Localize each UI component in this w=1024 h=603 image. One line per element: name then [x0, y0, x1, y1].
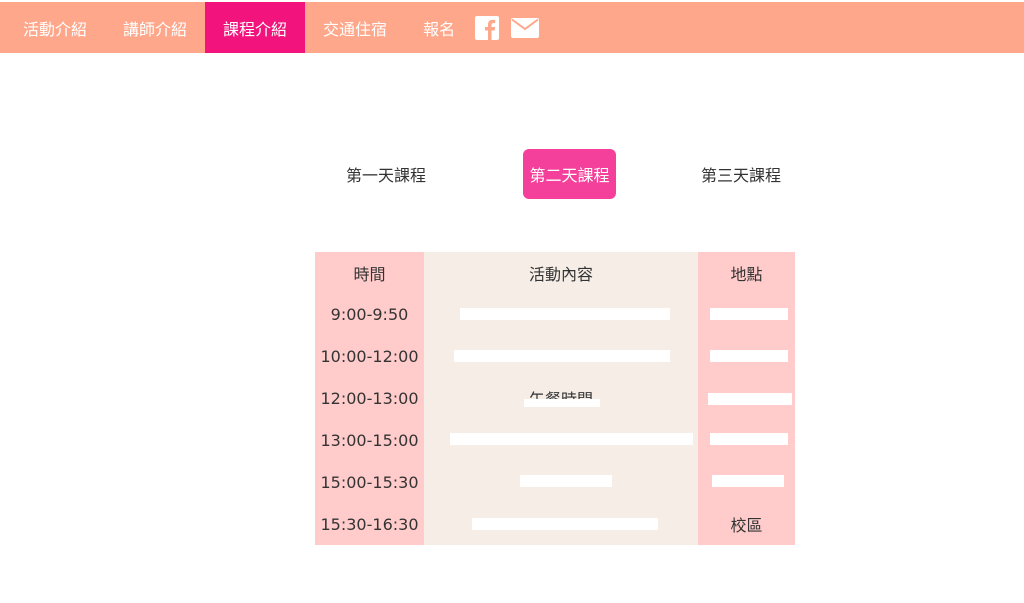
nav-item-transport[interactable]: 交通住宿	[305, 2, 405, 53]
time-cell: 9:00-9:50	[330, 304, 409, 324]
activity-cell	[424, 335, 698, 377]
time-cell: 10:00-12:00	[320, 346, 419, 366]
header-activity: 活動內容	[528, 264, 593, 284]
redaction-bar	[708, 393, 792, 405]
nav-item-activity[interactable]: 活動介紹	[0, 2, 105, 53]
nav-item-courses[interactable]: 課程介紹	[205, 2, 306, 53]
tab-day-three[interactable]: 第三天課程	[691, 149, 791, 199]
header-time: 時間	[353, 264, 386, 284]
redaction-bar	[710, 433, 788, 445]
time-cell: 15:00-15:30	[320, 472, 419, 492]
location-cell	[698, 461, 795, 503]
time-column: 時間 9:00-9:50 10:00-12:00 12:00-13:00 13:…	[315, 252, 424, 545]
redaction-bar	[454, 350, 670, 362]
location-cell	[698, 293, 795, 335]
location-cell	[698, 377, 795, 419]
location-column: 地點 校區	[698, 252, 795, 545]
activity-cell	[424, 419, 698, 461]
mail-icon[interactable]	[511, 2, 540, 53]
location-cell: 校區	[698, 503, 795, 545]
facebook-icon[interactable]	[475, 2, 500, 53]
redaction-bar	[712, 475, 784, 487]
activity-column: 活動內容 午餐時間	[424, 252, 698, 545]
redaction-bar	[460, 308, 670, 320]
location-text: 校區	[730, 516, 763, 535]
nav-item-speakers[interactable]: 講師介紹	[105, 2, 205, 53]
activity-cell	[424, 461, 698, 503]
activity-cell	[424, 293, 698, 335]
nav-item-register[interactable]: 報名	[405, 2, 473, 53]
schedule-table: 時間 9:00-9:50 10:00-12:00 12:00-13:00 13:…	[315, 252, 795, 545]
location-cell	[698, 419, 795, 461]
redaction-bar	[710, 350, 788, 362]
header-location: 地點	[730, 264, 763, 284]
day-tabs: 第一天課程 第二天課程 第三天課程	[0, 149, 1024, 200]
time-cell: 13:00-15:00	[320, 430, 419, 450]
location-cell	[698, 335, 795, 377]
activity-cell	[424, 503, 698, 545]
tab-day-one[interactable]: 第一天課程	[336, 149, 436, 199]
redaction-bar	[520, 475, 612, 487]
redaction-bar	[710, 308, 788, 320]
time-cell: 15:30-16:30	[320, 514, 419, 534]
top-navbar: 活動介紹 講師介紹 課程介紹 交通住宿 報名	[0, 2, 1024, 53]
redaction-bar	[472, 518, 658, 530]
redaction-bar	[524, 399, 600, 407]
time-cell: 12:00-13:00	[320, 388, 419, 408]
tab-day-two[interactable]: 第二天課程	[523, 149, 616, 199]
redaction-bar	[450, 433, 693, 445]
activity-cell: 午餐時間	[424, 377, 698, 419]
